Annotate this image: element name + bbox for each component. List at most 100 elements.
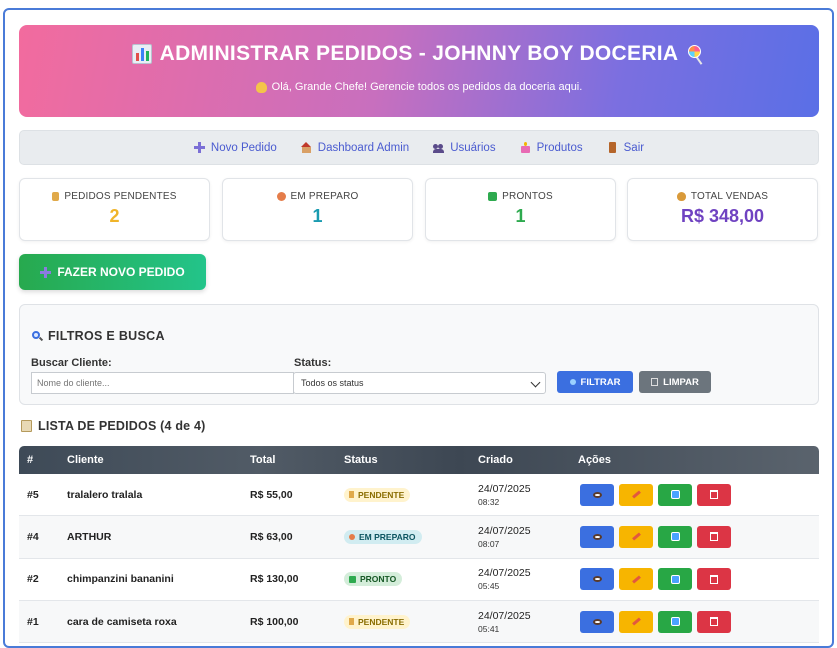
delete-button[interactable] xyxy=(697,610,731,633)
orders-list-title-text: LISTA DE PEDIDOS (4 de 4) xyxy=(38,419,206,433)
eye-icon xyxy=(592,618,602,625)
stat-total-sales-label: TOTAL VENDAS xyxy=(690,191,769,202)
edit-button[interactable] xyxy=(619,610,653,633)
order-client: chimpanzini bananini xyxy=(67,573,174,586)
delete-button[interactable] xyxy=(697,525,731,548)
table-row: #5 tralalero tralala R$ 55,00 PENDENTE 2… xyxy=(19,474,819,517)
edit-button[interactable] xyxy=(619,568,653,591)
plus-icon xyxy=(40,266,52,278)
status-badge-label: PENDENTE xyxy=(358,616,405,627)
order-total: R$ 100,00 xyxy=(250,615,299,628)
trash-icon xyxy=(710,617,718,627)
order-date: 24/07/2025 xyxy=(478,524,531,537)
nav-logout-label: Sair xyxy=(623,141,645,154)
new-order-button[interactable]: FAZER NOVO PEDIDO xyxy=(19,254,206,290)
lollipop-icon xyxy=(686,44,706,65)
stat-pending-value: 2 xyxy=(109,206,120,226)
chevron-down-icon xyxy=(530,377,541,388)
status-filter-label: Status: xyxy=(294,357,332,369)
nav-products[interactable]: Produtos xyxy=(520,142,583,154)
status-badge: PRONTO xyxy=(344,572,403,587)
column-header-client: Cliente xyxy=(67,454,104,466)
change-status-button[interactable] xyxy=(658,610,692,633)
column-header-status: Status xyxy=(344,454,378,466)
nav-logout[interactable]: Sair xyxy=(607,142,644,154)
stat-ready-value: 1 xyxy=(515,206,526,226)
nav-dashboard-admin-label: Dashboard Admin xyxy=(317,141,410,154)
orders-table: # Cliente Total Status Criado Ações #5 t… xyxy=(19,446,819,644)
order-date: 24/07/2025 xyxy=(478,609,531,622)
order-id: #2 xyxy=(27,573,39,586)
page-subtitle: Olá, Grande Chefe! Gerencie todos os ped… xyxy=(19,81,819,93)
client-search-input[interactable] xyxy=(31,372,294,394)
top-nav: Novo Pedido Dashboard Admin Usuários Pro… xyxy=(19,130,819,165)
nav-new-order-label: Novo Pedido xyxy=(210,141,277,154)
status-filter-select[interactable]: Todos os status xyxy=(293,372,546,394)
search-icon xyxy=(569,379,576,385)
order-time: 05:45 xyxy=(478,581,500,592)
search-icon xyxy=(32,330,44,342)
refresh-icon xyxy=(670,490,680,500)
pencil-icon xyxy=(631,575,641,584)
new-order-button-label: FAZER NOVO PEDIDO xyxy=(57,265,185,279)
hourglass-icon xyxy=(349,618,354,626)
users-icon xyxy=(433,142,445,153)
eye-icon xyxy=(592,576,602,583)
edit-button[interactable] xyxy=(619,525,653,548)
refresh-icon xyxy=(670,617,680,627)
stat-preparing-label: EM PREPARO xyxy=(290,191,359,202)
check-icon xyxy=(349,575,356,583)
stat-total-sales: TOTAL VENDAS R$ 348,00 xyxy=(627,178,818,241)
view-button[interactable] xyxy=(580,483,614,506)
order-id: #4 xyxy=(27,530,39,543)
edit-button[interactable] xyxy=(619,483,653,506)
pencil-icon xyxy=(631,617,641,626)
change-status-button[interactable] xyxy=(658,483,692,506)
delete-button[interactable] xyxy=(697,483,731,506)
order-id: #1 xyxy=(27,615,39,628)
order-client: cara de camiseta roxa xyxy=(67,615,177,628)
trash-icon xyxy=(710,532,718,542)
nav-new-order[interactable]: Novo Pedido xyxy=(193,141,277,154)
column-header-total: Total xyxy=(250,454,276,466)
order-status-cell: PENDENTE xyxy=(336,474,470,515)
clear-button[interactable]: LIMPAR xyxy=(639,371,711,393)
order-client: ARTHUR xyxy=(67,530,112,543)
order-client: tralalero tralala xyxy=(67,488,143,501)
change-status-button[interactable] xyxy=(658,525,692,548)
table-header: # Cliente Total Status Criado Ações xyxy=(19,446,819,474)
filter-button[interactable]: FILTRAR xyxy=(557,371,633,393)
order-status-cell: EM PREPARO xyxy=(336,516,470,557)
pencil-icon xyxy=(631,532,641,541)
order-actions xyxy=(570,559,819,600)
stat-pending: PEDIDOS PENDENTES 2 xyxy=(19,178,210,241)
order-time: 08:07 xyxy=(478,538,500,549)
status-badge-label: EM PREPARO xyxy=(359,531,416,542)
view-button[interactable] xyxy=(580,610,614,633)
table-row: #4 ARTHUR R$ 63,00 EM PREPARO 24/07/2025… xyxy=(19,516,819,559)
column-header-actions: Ações xyxy=(578,454,612,466)
nav-users-label: Usuários xyxy=(450,141,496,154)
view-button[interactable] xyxy=(580,525,614,548)
eye-icon xyxy=(592,533,602,540)
change-status-button[interactable] xyxy=(658,568,692,591)
view-button[interactable] xyxy=(580,568,614,591)
nav-dashboard-admin[interactable]: Dashboard Admin xyxy=(300,141,410,154)
filters-panel: FILTROS E BUSCA Buscar Cliente: Status: … xyxy=(19,304,819,405)
trash-icon xyxy=(651,378,659,386)
stat-pending-label: PEDIDOS PENDENTES xyxy=(64,191,177,202)
waving-hand-icon xyxy=(255,81,267,93)
table-row: #2 chimpanzini bananini R$ 130,00 PRONTO… xyxy=(19,558,819,601)
delete-button[interactable] xyxy=(697,568,731,591)
trash-icon xyxy=(710,490,718,500)
clipboard-icon xyxy=(21,420,32,432)
status-filter-value: Todos os status xyxy=(301,378,364,388)
order-actions xyxy=(570,474,819,515)
plus-icon xyxy=(193,142,205,153)
filters-title: FILTROS E BUSCA xyxy=(32,329,165,343)
table-body: #5 tralalero tralala R$ 55,00 PENDENTE 2… xyxy=(19,474,819,644)
order-id: #5 xyxy=(27,488,39,501)
hourglass-icon xyxy=(349,491,354,499)
nav-users[interactable]: Usuários xyxy=(433,141,496,154)
order-created: 24/07/2025 08:32 xyxy=(470,474,570,515)
